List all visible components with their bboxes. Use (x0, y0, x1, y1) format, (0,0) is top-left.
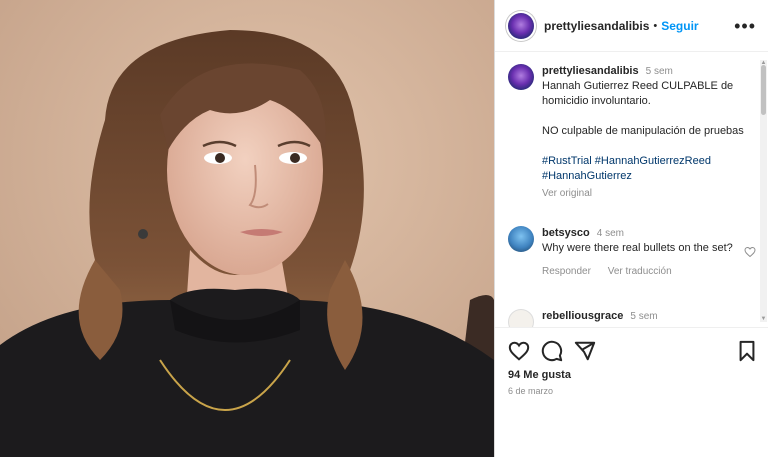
post-actions-section: 94 Me gusta 6 de marzo (495, 327, 768, 457)
comment-item: betsysco 4 sem Why were there real bulle… (508, 226, 756, 279)
caption-time[interactable]: 5 sem (646, 66, 673, 77)
like-count[interactable]: 94 Me gusta (508, 369, 571, 381)
author-avatar[interactable] (508, 12, 534, 39)
scrollbar-thumb[interactable] (761, 65, 766, 115)
caption-avatar[interactable] (508, 64, 534, 90)
comment-text: Why were there real bullets on the set? (542, 242, 733, 254)
hashtag-link[interactable]: #HannahGutierrezReed (595, 155, 711, 167)
caption-username[interactable]: prettyliesandalibis (542, 65, 639, 77)
heart-icon[interactable] (508, 340, 530, 362)
hashtag-link[interactable]: #RustTrial (542, 155, 592, 167)
commenter-avatar[interactable] (508, 309, 534, 327)
portrait-illustration (0, 0, 494, 457)
caption-line1: Hannah Gutierrez Reed CULPABLE de homici… (542, 80, 734, 107)
comments-section[interactable]: prettyliesandalibis 5 sem Hannah Gutierr… (495, 52, 768, 327)
see-translation-link[interactable]: Ver traducción (608, 266, 672, 277)
share-icon[interactable] (574, 340, 596, 362)
follow-button[interactable]: Seguir (661, 19, 698, 33)
post-date[interactable]: 6 de marzo (508, 386, 553, 396)
comment-icon[interactable] (541, 340, 563, 362)
comment-time[interactable]: 5 sem (630, 311, 657, 322)
action-icons-row (508, 340, 758, 364)
author-username[interactable]: prettyliesandalibis (544, 19, 649, 33)
more-icon[interactable]: ••• (734, 17, 756, 35)
commenter-username[interactable]: betsysco (542, 227, 590, 239)
commenter-username[interactable]: rebelliousgrace (542, 310, 623, 322)
comment-item: rebelliousgrace 5 sem (508, 309, 750, 327)
comment-like-heart-icon[interactable] (744, 246, 756, 258)
hashtag-link[interactable]: #HannahGutierrez (542, 170, 632, 182)
caption: prettyliesandalibis 5 sem Hannah Gutierr… (508, 64, 750, 201)
scroll-down-arrow-icon[interactable]: ▼ (760, 316, 767, 322)
comments-scrollbar[interactable]: ▲ ▼ (760, 60, 767, 322)
bookmark-icon[interactable] (736, 340, 758, 362)
reply-button[interactable]: Responder (542, 266, 591, 277)
post-header: prettyliesandalibis • Seguir ••• (495, 0, 768, 52)
instagram-post-view: prettyliesandalibis • Seguir ••• prettyl… (0, 0, 768, 457)
post-side-panel: prettyliesandalibis • Seguir ••• prettyl… (494, 0, 768, 457)
see-original-link[interactable]: Ver original (542, 186, 750, 201)
commenter-avatar[interactable] (508, 226, 534, 252)
comment-time[interactable]: 4 sem (597, 228, 624, 239)
post-image[interactable] (0, 0, 494, 457)
separator-dot: • (653, 19, 658, 32)
caption-line2: NO culpable de manipulación de pruebas (542, 125, 744, 137)
